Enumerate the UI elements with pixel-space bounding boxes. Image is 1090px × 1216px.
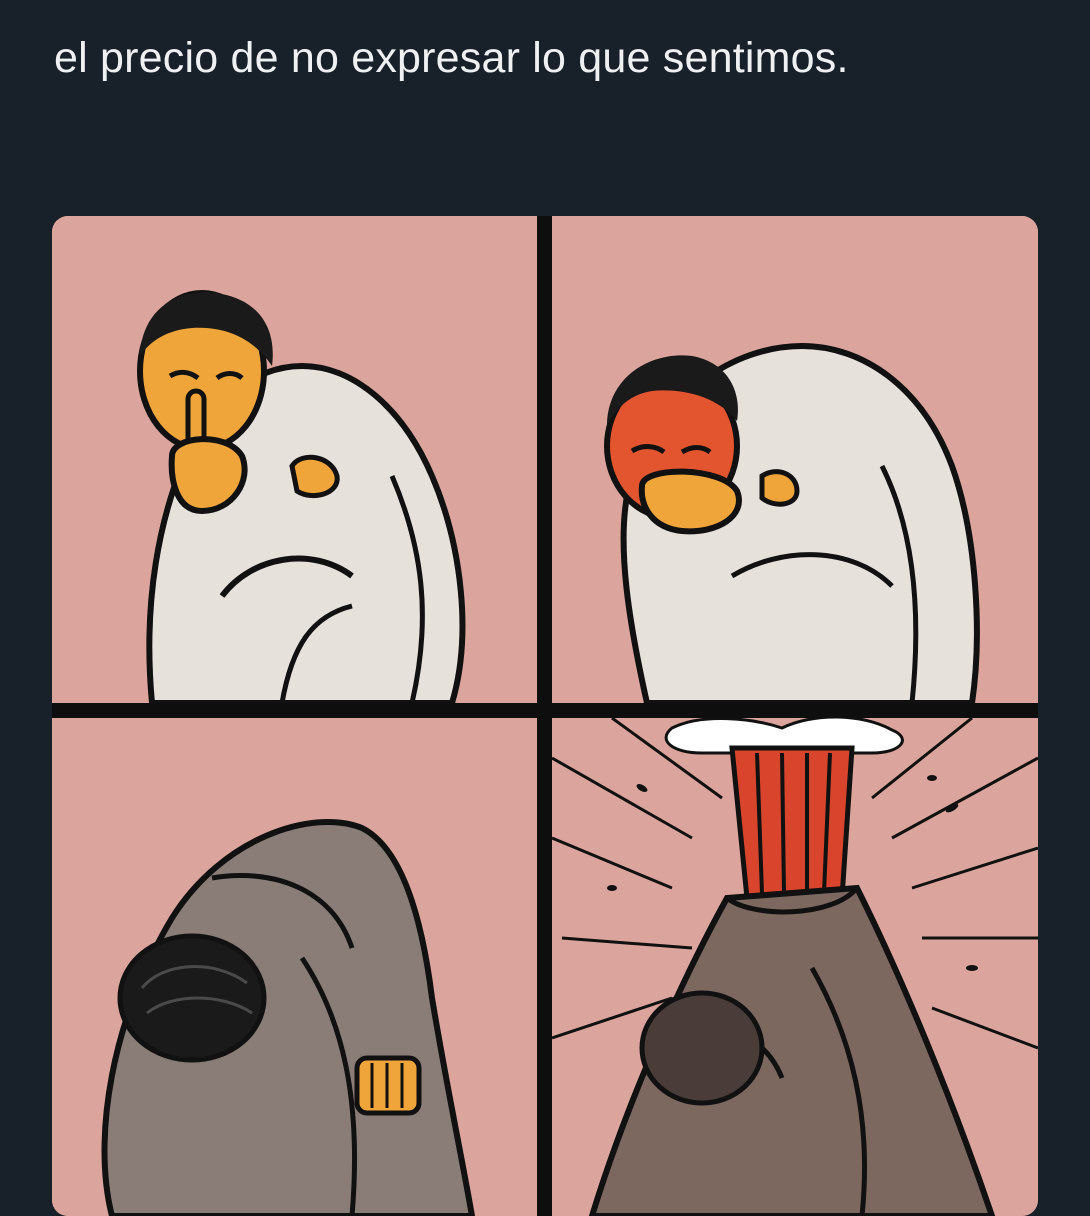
comic-image[interactable] <box>52 216 1038 1216</box>
comic-panel-shushing <box>52 216 537 703</box>
comic-panel-covering-mouth <box>552 216 1038 703</box>
tweet-text: el precio de no expresar lo que sentimos… <box>54 34 849 82</box>
comic-panel-curled-up <box>52 718 537 1216</box>
comic-panel-volcano-eruption <box>552 718 1038 1216</box>
